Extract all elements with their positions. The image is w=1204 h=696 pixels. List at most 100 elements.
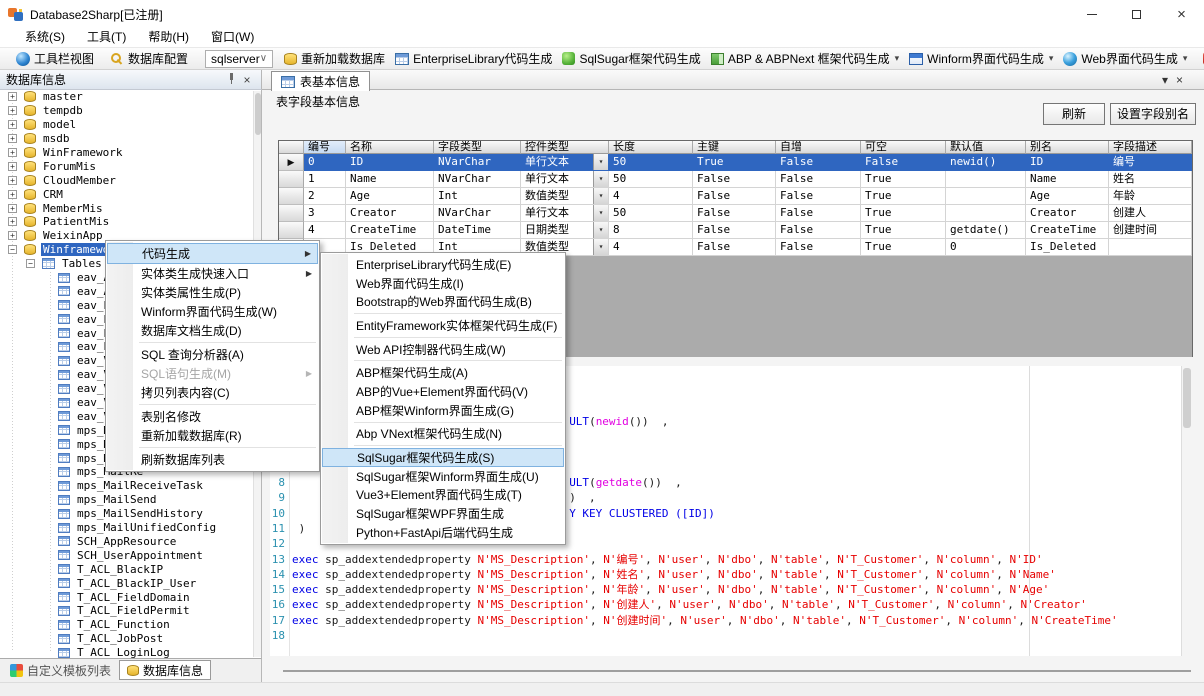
- tree-item-T_ACL_BlackIP_User[interactable]: T_ACL_BlackIP_User: [0, 576, 261, 590]
- column-header-默认值[interactable]: 默认值: [946, 141, 1026, 154]
- toolbar-button-重新加载数据库[interactable]: 重新加载数据库: [279, 48, 390, 69]
- table-row[interactable]: ▶0IDNVarChar单行文本▾50TrueFalseFalsenewid()…: [279, 154, 1192, 171]
- combo-dropdown-icon[interactable]: ▾: [593, 222, 608, 238]
- tree-item-T_ACL_FieldPermit[interactable]: T_ACL_FieldPermit: [0, 604, 261, 618]
- tree-item-T_ACL_LoginLog[interactable]: T_ACL_LoginLog: [0, 646, 261, 658]
- tree-item-mps_MailSendHistory[interactable]: mps_MailSendHistory: [0, 507, 261, 521]
- column-header-长度[interactable]: 长度: [609, 141, 693, 154]
- menu-item-系统(S)[interactable]: 系统(S): [14, 28, 76, 47]
- tree-item-CloudMember[interactable]: +CloudMember: [0, 173, 261, 187]
- tree-item-T_ACL_FieldDomain[interactable]: T_ACL_FieldDomain: [0, 590, 261, 604]
- table-row[interactable]: 3CreatorNVarChar单行文本▾50FalseFalseTrueCre…: [279, 205, 1192, 222]
- menu-item-ABP的Vue+Element界面代码(V)[interactable]: ABP的Vue+Element界面代码(V): [322, 382, 564, 401]
- code-scrollbar[interactable]: [1181, 366, 1191, 656]
- panel-close-icon[interactable]: ×: [239, 73, 255, 87]
- menu-item-刷新数据库列表[interactable]: 刷新数据库列表: [107, 450, 318, 469]
- menu-item-SQL 查询分析器(A)[interactable]: SQL 查询分析器(A): [107, 345, 318, 364]
- expand-toggle-icon[interactable]: +: [8, 176, 17, 185]
- set-field-alias-button[interactable]: 设置字段别名: [1110, 103, 1196, 125]
- close-button[interactable]: ×: [1159, 0, 1204, 28]
- column-header-名称[interactable]: 名称: [346, 141, 434, 154]
- expand-toggle-icon[interactable]: +: [8, 190, 17, 199]
- dock-chevron-down-icon[interactable]: ▾: [1162, 73, 1168, 87]
- menu-item-数据库文档生成(D)[interactable]: 数据库文档生成(D): [107, 321, 318, 340]
- column-header-字段描述[interactable]: 字段描述: [1109, 141, 1192, 154]
- menu-item-重新加载数据库(R)[interactable]: 重新加载数据库(R): [107, 426, 318, 445]
- menu-item-SQL语句生成(M)[interactable]: SQL语句生成(M)▶: [107, 364, 318, 383]
- tree-item-CRM[interactable]: +CRM: [0, 187, 261, 201]
- menu-item-代码生成[interactable]: 代码生成▶: [107, 243, 318, 264]
- menu-item-实体类属性生成(P)[interactable]: 实体类属性生成(P): [107, 283, 318, 302]
- tree-item-tempdb[interactable]: +tempdb: [0, 104, 261, 118]
- column-header-编号[interactable]: 编号: [304, 141, 346, 154]
- pin-icon[interactable]: [227, 72, 236, 84]
- expand-toggle-icon[interactable]: +: [8, 217, 17, 226]
- toolbar-button-Winform界面代码生成[interactable]: Winform界面代码生成▾: [904, 48, 1058, 69]
- column-header-可空[interactable]: 可空: [861, 141, 946, 154]
- menu-item-工具(T)[interactable]: 工具(T): [76, 28, 137, 47]
- toolbar-button-退出[interactable]: 退出: [1198, 48, 1204, 69]
- menu-item-Bootstrap的Web界面代码生成(B)[interactable]: Bootstrap的Web界面代码生成(B): [322, 292, 564, 311]
- document-close-icon[interactable]: ×: [1176, 73, 1183, 87]
- expand-toggle-icon[interactable]: +: [8, 204, 17, 213]
- expand-toggle-icon[interactable]: +: [8, 92, 17, 101]
- tree-item-ForumMis[interactable]: +ForumMis: [0, 159, 261, 173]
- menu-item-拷贝列表内容(C)[interactable]: 拷贝列表内容(C): [107, 383, 318, 402]
- tree-item-PatientMis[interactable]: +PatientMis: [0, 215, 261, 229]
- tree-item-SCH_UserAppointment[interactable]: SCH_UserAppointment: [0, 548, 261, 562]
- maximize-button[interactable]: [1114, 0, 1159, 28]
- expand-toggle-icon[interactable]: +: [8, 134, 17, 143]
- menu-item-SqlSugar框架Winform界面生成(U)[interactable]: SqlSugar框架Winform界面生成(U): [322, 467, 564, 486]
- control-type-combo[interactable]: 日期类型▾: [521, 222, 609, 239]
- tree-item-master[interactable]: +master: [0, 90, 261, 104]
- control-type-combo[interactable]: 数值类型▾: [521, 188, 609, 205]
- column-header-别名[interactable]: 别名: [1026, 141, 1109, 154]
- bottom-tab-自定义模板列表[interactable]: 自定义模板列表: [2, 660, 119, 680]
- tree-item-T_ACL_JobPost[interactable]: T_ACL_JobPost: [0, 632, 261, 646]
- combo-dropdown-icon[interactable]: ▾: [593, 188, 608, 204]
- menu-item-ABP框架Winform界面生成(G)[interactable]: ABP框架Winform界面生成(G): [322, 401, 564, 420]
- control-type-combo[interactable]: 单行文本▾: [521, 171, 609, 188]
- toolbar-button-ABP & ABPNext 框架代码生成[interactable]: ABP & ABPNext 框架代码生成▾: [706, 48, 904, 69]
- tree-item-mps_MailSend[interactable]: mps_MailSend: [0, 493, 261, 507]
- tree-item-MemberMis[interactable]: +MemberMis: [0, 201, 261, 215]
- bottom-tab-数据库信息[interactable]: 数据库信息: [119, 660, 211, 680]
- menu-item-EntityFramework实体框架代码生成(F)[interactable]: EntityFramework实体框架代码生成(F): [322, 316, 564, 335]
- table-row[interactable]: 1NameNVarChar单行文本▾50FalseFalseTrueName姓名: [279, 171, 1192, 188]
- menu-item-SqlSugar框架WPF界面生成[interactable]: SqlSugar框架WPF界面生成: [322, 504, 564, 523]
- connection-combo[interactable]: sqlserver∨: [205, 50, 273, 68]
- menu-item-EnterpriseLibrary代码生成(E)[interactable]: EnterpriseLibrary代码生成(E): [322, 255, 564, 274]
- menu-item-Winform界面代码生成(W)[interactable]: Winform界面代码生成(W): [107, 302, 318, 321]
- column-header-字段类型[interactable]: 字段类型: [434, 141, 521, 154]
- toolbar-button-Web界面代码生成[interactable]: Web界面代码生成▾: [1058, 48, 1192, 69]
- menu-item-窗口(W)[interactable]: 窗口(W): [200, 28, 265, 47]
- column-header-控件类型[interactable]: 控件类型: [521, 141, 609, 154]
- tree-item-T_ACL_BlackIP[interactable]: T_ACL_BlackIP: [0, 562, 261, 576]
- tree-item-msdb[interactable]: +msdb: [0, 132, 261, 146]
- expand-toggle-icon[interactable]: +: [8, 148, 17, 157]
- menu-item-帮助(H)[interactable]: 帮助(H): [137, 28, 200, 47]
- tree-item-WinFramework[interactable]: +WinFramework: [0, 146, 261, 160]
- tree-item-mps_MailUnifiedConfig[interactable]: mps_MailUnifiedConfig: [0, 521, 261, 535]
- tree-item-mps_MailReceiveTask[interactable]: mps_MailReceiveTask: [0, 479, 261, 493]
- menu-item-Abp VNext框架代码生成(N)[interactable]: Abp VNext框架代码生成(N): [322, 425, 564, 444]
- menu-item-实体类生成快速入口[interactable]: 实体类生成快速入口▶: [107, 264, 318, 283]
- table-row[interactable]: 2AgeInt数值类型▾4FalseFalseTrueAge年龄: [279, 188, 1192, 205]
- column-header-主键[interactable]: 主键: [693, 141, 776, 154]
- toolbar-button-数据库配置[interactable]: 数据库配置: [105, 48, 193, 69]
- control-type-combo[interactable]: 单行文本▾: [521, 205, 609, 222]
- tree-item-model[interactable]: +model: [0, 118, 261, 132]
- control-type-combo[interactable]: 单行文本▾: [521, 154, 609, 171]
- menu-item-Web界面代码生成(I)[interactable]: Web界面代码生成(I): [322, 274, 564, 293]
- combo-dropdown-icon[interactable]: ▾: [593, 239, 608, 255]
- tree-item-SCH_AppResource[interactable]: SCH_AppResource: [0, 535, 261, 549]
- menu-item-ABP框架代码生成(A)[interactable]: ABP框架代码生成(A): [322, 363, 564, 382]
- toolbar-button-工具栏视图[interactable]: 工具栏视图: [11, 48, 99, 69]
- menu-item-SqlSugar框架代码生成(S)[interactable]: SqlSugar框架代码生成(S): [322, 448, 564, 467]
- tab-table-info[interactable]: 表基本信息: [271, 71, 370, 91]
- menu-item-Python+FastApi后端代码生成[interactable]: Python+FastApi后端代码生成: [322, 523, 564, 542]
- tree-item-T_ACL_Function[interactable]: T_ACL_Function: [0, 618, 261, 632]
- column-header-自增[interactable]: 自增: [776, 141, 861, 154]
- menu-item-Vue3+Element界面代码生成(T)[interactable]: Vue3+Element界面代码生成(T): [322, 486, 564, 505]
- expand-toggle-icon[interactable]: +: [8, 162, 17, 171]
